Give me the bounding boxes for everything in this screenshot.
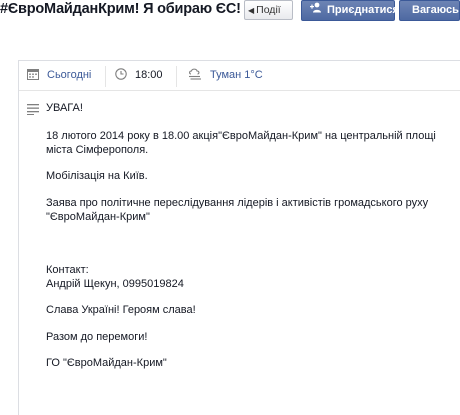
event-weather-label: Туман 1°C	[210, 69, 263, 81]
chevron-left-icon: ◀	[248, 6, 255, 15]
event-weather[interactable]: Туман 1°C	[188, 61, 263, 91]
join-label: Приєднатися	[327, 4, 399, 16]
description-paragraph: Разом до перемоги!	[46, 331, 148, 343]
description-paragraph: ГО "ЄвроМайдан-Крим"	[46, 357, 167, 369]
description-icon	[27, 102, 39, 115]
event-time: 18:00	[115, 61, 163, 91]
description-paragraph: 18 лютого 2014 року в 18.00 акція"ЄвроМа…	[46, 130, 436, 156]
add-person-icon	[310, 1, 322, 20]
event-description: УВАГА! 18 лютого 2014 року в 18.00 акція…	[46, 101, 456, 370]
fog-icon	[188, 63, 202, 80]
description-paragraph: Контакт: Андрій Щекун, 0995019824	[46, 264, 184, 290]
event-details-card: Сьогодні 18:00 Туман 1°C УВАГА! 18 лютог…	[18, 60, 460, 415]
description-paragraph: Слава Україні! Героям слава!	[46, 304, 196, 316]
page-title: #ЄвроМайданКрим! Я обираю ЄС!	[0, 1, 241, 17]
maybe-button[interactable]: Вагаюсь	[399, 0, 460, 21]
calendar-icon	[27, 63, 39, 80]
event-date-label: Сьогодні	[47, 69, 92, 81]
event-time-label: 18:00	[135, 69, 163, 81]
events-back-button[interactable]: ◀ Події	[244, 0, 293, 20]
description-paragraph: Мобілізація на Київ.	[46, 170, 148, 182]
clock-icon	[115, 63, 127, 80]
event-info-row: Сьогодні 18:00 Туман 1°C	[19, 61, 460, 91]
event-header: #ЄвроМайданКрим! Я обираю ЄС! ◀ Події При…	[0, 0, 460, 22]
join-button[interactable]: Приєднатися	[301, 0, 399, 21]
info-divider	[176, 66, 177, 87]
info-divider	[105, 66, 106, 87]
description-paragraph: Заява про політичне переслідування лідер…	[46, 197, 429, 223]
description-paragraph: УВАГА!	[46, 102, 83, 114]
events-back-label: Події	[256, 4, 281, 16]
event-date[interactable]: Сьогодні	[27, 61, 91, 91]
